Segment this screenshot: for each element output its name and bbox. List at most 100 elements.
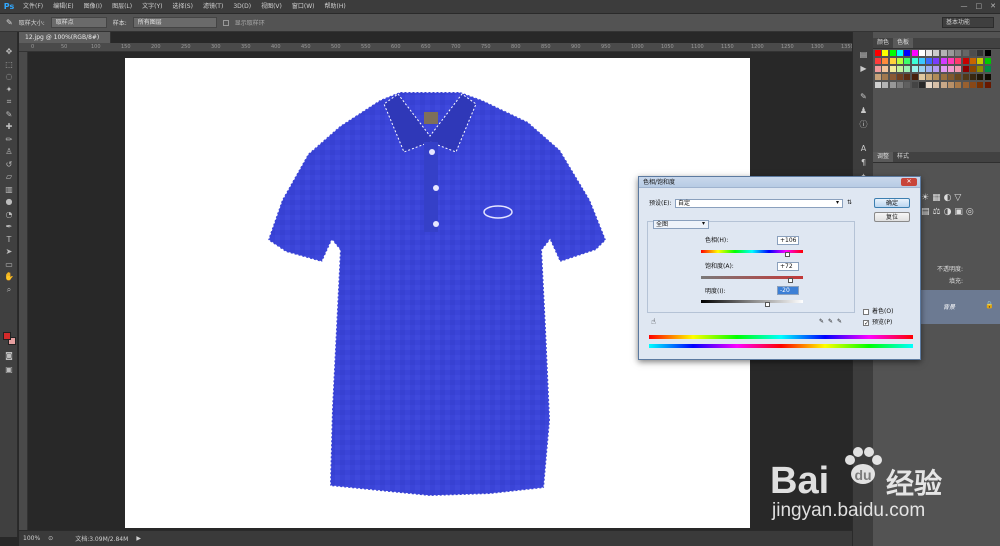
- swatch[interactable]: [984, 74, 991, 80]
- swatch[interactable]: [882, 50, 889, 56]
- preview-checkbox[interactable]: ✓: [863, 320, 869, 327]
- swatch[interactable]: [875, 50, 881, 56]
- pen-tool-icon[interactable]: ✒: [3, 221, 15, 232]
- swatch[interactable]: [948, 50, 954, 56]
- swatch[interactable]: [889, 50, 896, 56]
- type-tool-icon[interactable]: T: [3, 234, 15, 245]
- path-select-icon[interactable]: ➤: [3, 246, 15, 257]
- polo-shirt-image[interactable]: [260, 90, 620, 500]
- swatch[interactable]: [955, 82, 962, 88]
- swatch[interactable]: [955, 50, 962, 56]
- hand-tool-icon[interactable]: ✋: [3, 271, 15, 282]
- healing-brush-icon[interactable]: ✚: [3, 121, 15, 132]
- character-icon[interactable]: A: [858, 144, 869, 154]
- swatch[interactable]: [933, 82, 940, 88]
- swatch[interactable]: [955, 74, 962, 80]
- status-arrow-icon[interactable]: ▶: [136, 535, 141, 542]
- chevron-down-icon[interactable]: ▾: [702, 220, 705, 228]
- lightness-slider-thumb[interactable]: [765, 302, 770, 307]
- ok-button[interactable]: 确定: [874, 198, 910, 208]
- sample-size-select[interactable]: 取样点: [50, 17, 107, 28]
- swatch[interactable]: [896, 82, 903, 88]
- swatch[interactable]: [896, 74, 903, 80]
- swatch[interactable]: [940, 58, 947, 64]
- quick-mask-icon[interactable]: ◙: [3, 350, 15, 361]
- zoom-tool-icon[interactable]: ⌕: [3, 284, 15, 295]
- saturation-slider-thumb[interactable]: [788, 278, 793, 283]
- menu-item[interactable]: 选择(S): [167, 0, 198, 14]
- brush-panel-icon[interactable]: ✎: [858, 92, 869, 102]
- swatches-grid[interactable]: [875, 50, 993, 96]
- swatch[interactable]: [896, 58, 903, 64]
- history-icon[interactable]: ▤: [858, 50, 869, 60]
- swatch[interactable]: [904, 58, 911, 64]
- brush-tool-icon[interactable]: ✏: [3, 134, 15, 145]
- swatch[interactable]: [933, 74, 940, 80]
- menu-item[interactable]: 帮助(H): [320, 0, 351, 14]
- menu-item[interactable]: 编辑(E): [48, 0, 78, 14]
- menu-item[interactable]: 图像(I): [79, 0, 107, 14]
- blur-tool-icon[interactable]: ●: [3, 196, 15, 207]
- swatch[interactable]: [940, 74, 947, 80]
- eyedropper-icon[interactable]: ✎: [6, 18, 13, 27]
- menu-item[interactable]: 文字(Y): [137, 0, 167, 14]
- dialog-close-button[interactable]: ✕: [901, 178, 917, 186]
- swatch[interactable]: [882, 82, 889, 88]
- swatch[interactable]: [926, 82, 933, 88]
- swatch[interactable]: [969, 50, 976, 56]
- minimize-icon[interactable]: —: [961, 2, 968, 10]
- adjust-row-2-icons[interactable]: ▤⚖◑▣◎: [921, 207, 977, 217]
- marquee-tool-icon[interactable]: ⬚: [3, 59, 15, 70]
- clone-stamp-icon[interactable]: ♙: [3, 146, 15, 157]
- swatch[interactable]: [926, 50, 933, 56]
- screen-mode-icon[interactable]: ▣: [3, 364, 15, 375]
- swatch[interactable]: [911, 74, 918, 80]
- swatch[interactable]: [926, 74, 933, 80]
- hand-adjust-icon[interactable]: ☝: [651, 318, 656, 326]
- saturation-input[interactable]: +72: [777, 262, 799, 271]
- swatch[interactable]: [882, 74, 889, 80]
- swatch[interactable]: [977, 66, 984, 72]
- swatch[interactable]: [896, 50, 903, 56]
- hue-slider-thumb[interactable]: [785, 252, 790, 257]
- close-icon[interactable]: ✕: [990, 2, 996, 10]
- swatch[interactable]: [977, 58, 984, 64]
- chevron-down-icon[interactable]: ▾: [836, 199, 839, 207]
- swatch[interactable]: [911, 66, 918, 72]
- tab-swatches[interactable]: 色板: [893, 38, 914, 48]
- paragraph-icon[interactable]: ¶: [858, 158, 869, 168]
- swatch[interactable]: [918, 58, 925, 64]
- history-brush-icon[interactable]: ↺: [3, 159, 15, 170]
- swatch[interactable]: [969, 66, 976, 72]
- lightness-slider-track[interactable]: [701, 300, 803, 303]
- show-ring-checkbox[interactable]: [222, 19, 229, 26]
- swatch[interactable]: [969, 58, 976, 64]
- swatch[interactable]: [926, 58, 933, 64]
- swatch[interactable]: [933, 58, 940, 64]
- swatch[interactable]: [904, 82, 911, 88]
- crop-tool-icon[interactable]: ⌗: [3, 96, 15, 107]
- swatch[interactable]: [918, 66, 925, 72]
- swatch[interactable]: [882, 66, 889, 72]
- clone-source-icon[interactable]: ♟: [858, 106, 869, 116]
- swatch[interactable]: [962, 66, 969, 72]
- eyedropper-tool-icon[interactable]: ✎: [3, 109, 15, 120]
- swatch[interactable]: [875, 58, 881, 64]
- swatch[interactable]: [911, 50, 918, 56]
- swatch[interactable]: [948, 58, 954, 64]
- swatch[interactable]: [962, 58, 969, 64]
- swatch[interactable]: [889, 74, 896, 80]
- swatch[interactable]: [948, 74, 954, 80]
- maximize-icon[interactable]: □: [976, 2, 983, 10]
- swatch[interactable]: [962, 82, 969, 88]
- swatch[interactable]: [940, 50, 947, 56]
- swatch[interactable]: [889, 58, 896, 64]
- swatch[interactable]: [875, 66, 881, 72]
- swatch[interactable]: [962, 50, 969, 56]
- swatch[interactable]: [918, 82, 925, 88]
- swatch[interactable]: [984, 50, 991, 56]
- workspace-select[interactable]: 基本功能: [942, 17, 994, 28]
- quick-select-icon[interactable]: ✦: [3, 84, 15, 95]
- adjust-row-1-icons[interactable]: ☀▦◐▽: [921, 193, 964, 203]
- swatch[interactable]: [926, 66, 933, 72]
